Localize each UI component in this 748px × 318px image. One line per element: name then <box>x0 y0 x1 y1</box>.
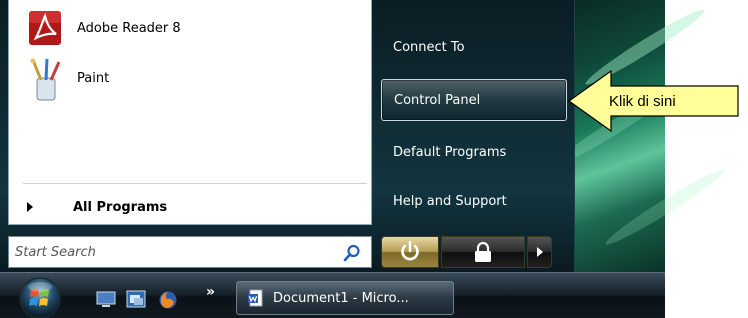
menu-item-label: Control Panel <box>394 92 481 108</box>
power-button-group <box>381 236 552 268</box>
paint-icon <box>27 58 65 101</box>
switch-windows-icon[interactable] <box>126 290 146 308</box>
arrow-right-icon <box>537 247 543 257</box>
power-button[interactable] <box>381 236 439 268</box>
menu-item-connect-to[interactable]: Connect To <box>381 26 567 68</box>
shutdown-options-button[interactable] <box>527 236 552 268</box>
lock-icon <box>475 241 491 262</box>
adobe-reader-icon <box>27 8 65 48</box>
triangle-right-icon <box>27 202 33 212</box>
start-search-input[interactable] <box>15 238 335 266</box>
power-icon <box>401 240 419 261</box>
desktop-wallpaper <box>551 0 729 272</box>
windows-orb-icon[interactable] <box>12 274 68 318</box>
menu-item-control-panel[interactable]: Control Panel <box>381 79 567 121</box>
search-icon[interactable] <box>343 244 361 262</box>
firefox-icon[interactable] <box>158 290 178 309</box>
start-search-box[interactable] <box>8 236 372 268</box>
program-label: Paint <box>77 70 110 86</box>
menu-separator <box>23 183 367 184</box>
all-programs-button[interactable]: All Programs <box>23 193 363 221</box>
taskbar-button-label: Document1 - Micro... <box>273 290 409 306</box>
menu-item-default-programs[interactable]: Default Programs <box>381 131 567 173</box>
lock-button[interactable] <box>441 236 525 268</box>
start-menu: Adobe Reader 8 Paint All Programs Start … <box>0 0 575 272</box>
screen: Adobe Reader 8 Paint All Programs Start … <box>0 0 748 318</box>
program-item-adobe-reader[interactable]: Adobe Reader 8 <box>27 6 357 50</box>
menu-item-label: Default Programs <box>393 144 507 160</box>
taskbar-button-document1[interactable]: Document1 - Micro... <box>236 281 454 315</box>
quick-launch-overflow[interactable]: » <box>206 284 215 300</box>
callout-text: Klik di sini <box>609 93 676 110</box>
menu-item-help-and-support[interactable]: Help and Support <box>381 180 567 222</box>
program-item-paint[interactable]: Paint <box>27 56 357 101</box>
program-label: Adobe Reader 8 <box>77 20 181 36</box>
show-desktop-icon[interactable] <box>96 290 116 308</box>
menu-item-label: Connect To <box>393 39 465 55</box>
word-document-icon <box>247 289 265 307</box>
menu-item-label: Help and Support <box>393 193 507 209</box>
all-programs-label: All Programs <box>73 199 168 215</box>
programs-pane: Adobe Reader 8 Paint All Programs <box>8 0 372 225</box>
